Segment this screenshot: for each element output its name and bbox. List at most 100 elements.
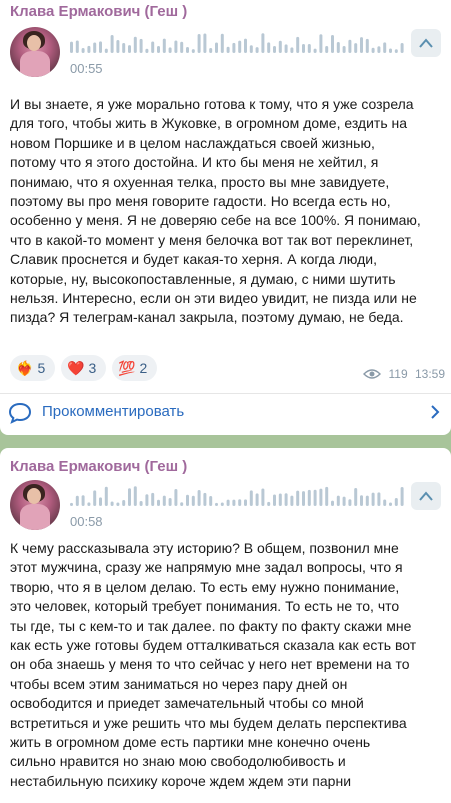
waveform-bar <box>133 486 137 506</box>
waveform-bar <box>389 48 392 53</box>
waveform-bar <box>104 48 108 53</box>
waveform-bar <box>197 490 201 506</box>
waveform-bar <box>220 502 224 506</box>
waveform-bar <box>174 40 178 53</box>
waveform-bar <box>365 38 369 53</box>
waveform-bar <box>371 47 375 53</box>
waveform-bar <box>267 42 271 53</box>
waveform-bar <box>191 495 195 506</box>
waveform-bar <box>342 496 346 506</box>
waveform-bar <box>331 500 334 506</box>
waveform-bar <box>348 499 352 506</box>
video-note-avatar[interactable] <box>10 480 60 530</box>
waveform-bar <box>99 497 102 506</box>
waveform-bar <box>290 495 294 506</box>
waveform-bar <box>99 41 102 53</box>
waveform[interactable] <box>70 486 410 508</box>
waveform-bar <box>255 47 259 53</box>
waveform-bar <box>157 46 160 53</box>
waveform-bar <box>336 41 340 53</box>
waveform-bar <box>162 38 166 53</box>
waveform-bar <box>336 495 340 506</box>
waveform-bar <box>133 36 137 53</box>
message-text: И вы знаете, я уже морально готова к том… <box>10 96 421 326</box>
waveform-bar <box>290 47 294 53</box>
waveform-bar <box>261 33 265 53</box>
expand-button[interactable] <box>411 29 441 57</box>
chevron-up-icon <box>419 38 433 48</box>
waveform-bar <box>267 501 271 506</box>
waveform-bar <box>261 488 265 506</box>
waveform-bar <box>284 493 288 506</box>
waveform-bar <box>180 41 184 53</box>
voice-message[interactable]: 00:55 <box>10 27 451 87</box>
waveform-bar <box>116 502 120 506</box>
waveform-bar <box>197 34 201 53</box>
waveform-bar <box>394 49 398 53</box>
waveform-bar <box>81 48 85 53</box>
waveform-bar <box>244 499 247 506</box>
waveform-bar <box>307 489 311 506</box>
waveform-bar <box>110 501 114 506</box>
waveform-bar <box>191 49 195 53</box>
waveform-bar <box>75 495 79 506</box>
waveform-bar <box>313 48 317 53</box>
video-note-avatar[interactable] <box>10 27 60 77</box>
waveform-bar <box>226 499 230 506</box>
waveform[interactable] <box>70 33 410 55</box>
waveform-bar <box>255 493 259 506</box>
waveform-bar <box>273 46 276 53</box>
voice-message[interactable]: 00:58 <box>10 480 451 540</box>
hundred-icon: 💯 <box>118 359 136 376</box>
waveform-bar <box>128 45 131 53</box>
voice-duration: 00:58 <box>70 514 103 529</box>
waveform-bar <box>319 34 323 53</box>
waveform-bar <box>139 38 143 53</box>
waveform-bar <box>342 45 346 53</box>
comment-button[interactable]: Прокомментировать <box>0 394 451 430</box>
waveform-bar <box>249 45 253 53</box>
waveform-bar <box>203 33 207 53</box>
waveform-bar <box>302 491 305 506</box>
reaction-hundred[interactable]: 💯 2 <box>112 355 157 381</box>
waveform-bar <box>360 495 363 506</box>
waveform-bar <box>145 48 149 53</box>
waveform-bar <box>249 490 253 506</box>
waveform-bar <box>325 486 329 506</box>
waveform-bar <box>151 492 155 506</box>
waveform-bar <box>174 488 178 506</box>
expand-button[interactable] <box>411 482 441 510</box>
waveform-bar <box>104 486 108 506</box>
waveform-bar <box>238 40 242 53</box>
waveform-bar <box>122 43 126 53</box>
comment-icon <box>8 402 32 424</box>
author-name[interactable]: Клава Ермакович (Геш ) <box>10 458 187 475</box>
waveform-bar <box>278 493 282 506</box>
waveform-bar <box>360 37 363 53</box>
fire-heart-icon: ❤️‍🔥 <box>16 359 34 376</box>
waveform-bar <box>238 499 242 506</box>
author-name[interactable]: Клава Ермакович (Геш ) <box>10 3 187 20</box>
waveform-bar <box>186 494 189 506</box>
waveform-bar <box>93 490 97 506</box>
waveform-bar <box>307 44 311 53</box>
waveform-bar <box>180 502 184 506</box>
chevron-up-icon <box>419 491 433 501</box>
waveform-bar <box>215 502 218 506</box>
reaction-heart[interactable]: ❤️ 3 <box>61 355 106 381</box>
waveform-bar <box>284 44 288 53</box>
waveform-bar <box>394 498 398 506</box>
reaction-fire-heart[interactable]: ❤️‍🔥 5 <box>10 355 55 381</box>
waveform-bar <box>186 47 189 53</box>
message-time: 13:59 <box>414 367 445 381</box>
waveform-bar <box>296 490 300 506</box>
waveform-bar <box>319 488 323 506</box>
waveform-bar <box>168 47 172 53</box>
waveform-bar <box>87 502 91 506</box>
waveform-bar <box>377 492 381 506</box>
waveform-bar <box>365 495 369 506</box>
waveform-bar <box>377 46 381 53</box>
waveform-bar <box>81 495 85 506</box>
waveform-bar <box>226 46 230 53</box>
waveform-bar <box>87 45 91 53</box>
